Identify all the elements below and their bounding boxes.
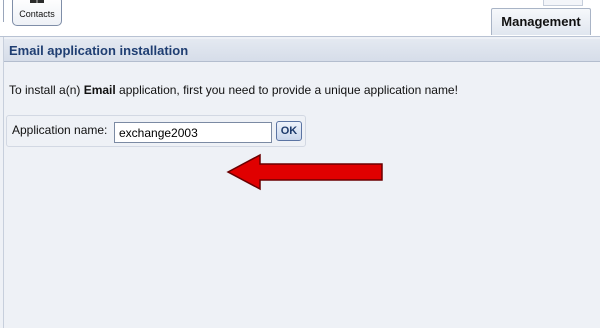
contacts-label: Contacts [19, 9, 55, 19]
intro-text-end: application, first you need to provide a… [115, 83, 458, 97]
installation-panel: Email application installation To instal… [0, 36, 600, 328]
intro-text-app-type: Email [83, 83, 116, 97]
left-edge-divider [0, 0, 4, 22]
application-name-input[interactable] [114, 122, 272, 143]
application-name-label: Application name: [12, 123, 108, 137]
intro-text-start: To install a(n) [9, 83, 84, 97]
application-name-group: Application name: [6, 115, 306, 147]
contacts-book-icon [30, 0, 44, 3]
contacts-button[interactable]: Contacts [12, 0, 62, 26]
arrow-left-icon [226, 153, 383, 191]
section-header: Email application installation [4, 39, 600, 62]
intro-text: To install a(n) Email application, first… [9, 83, 458, 97]
section-title: Email application installation [9, 43, 189, 58]
ok-button[interactable]: OK [276, 121, 302, 141]
tab-management[interactable]: Management [491, 8, 591, 35]
panel-left-border [3, 37, 4, 328]
top-right-tab[interactable] [543, 0, 583, 6]
top-toolbar: Contacts Management [0, 0, 600, 36]
